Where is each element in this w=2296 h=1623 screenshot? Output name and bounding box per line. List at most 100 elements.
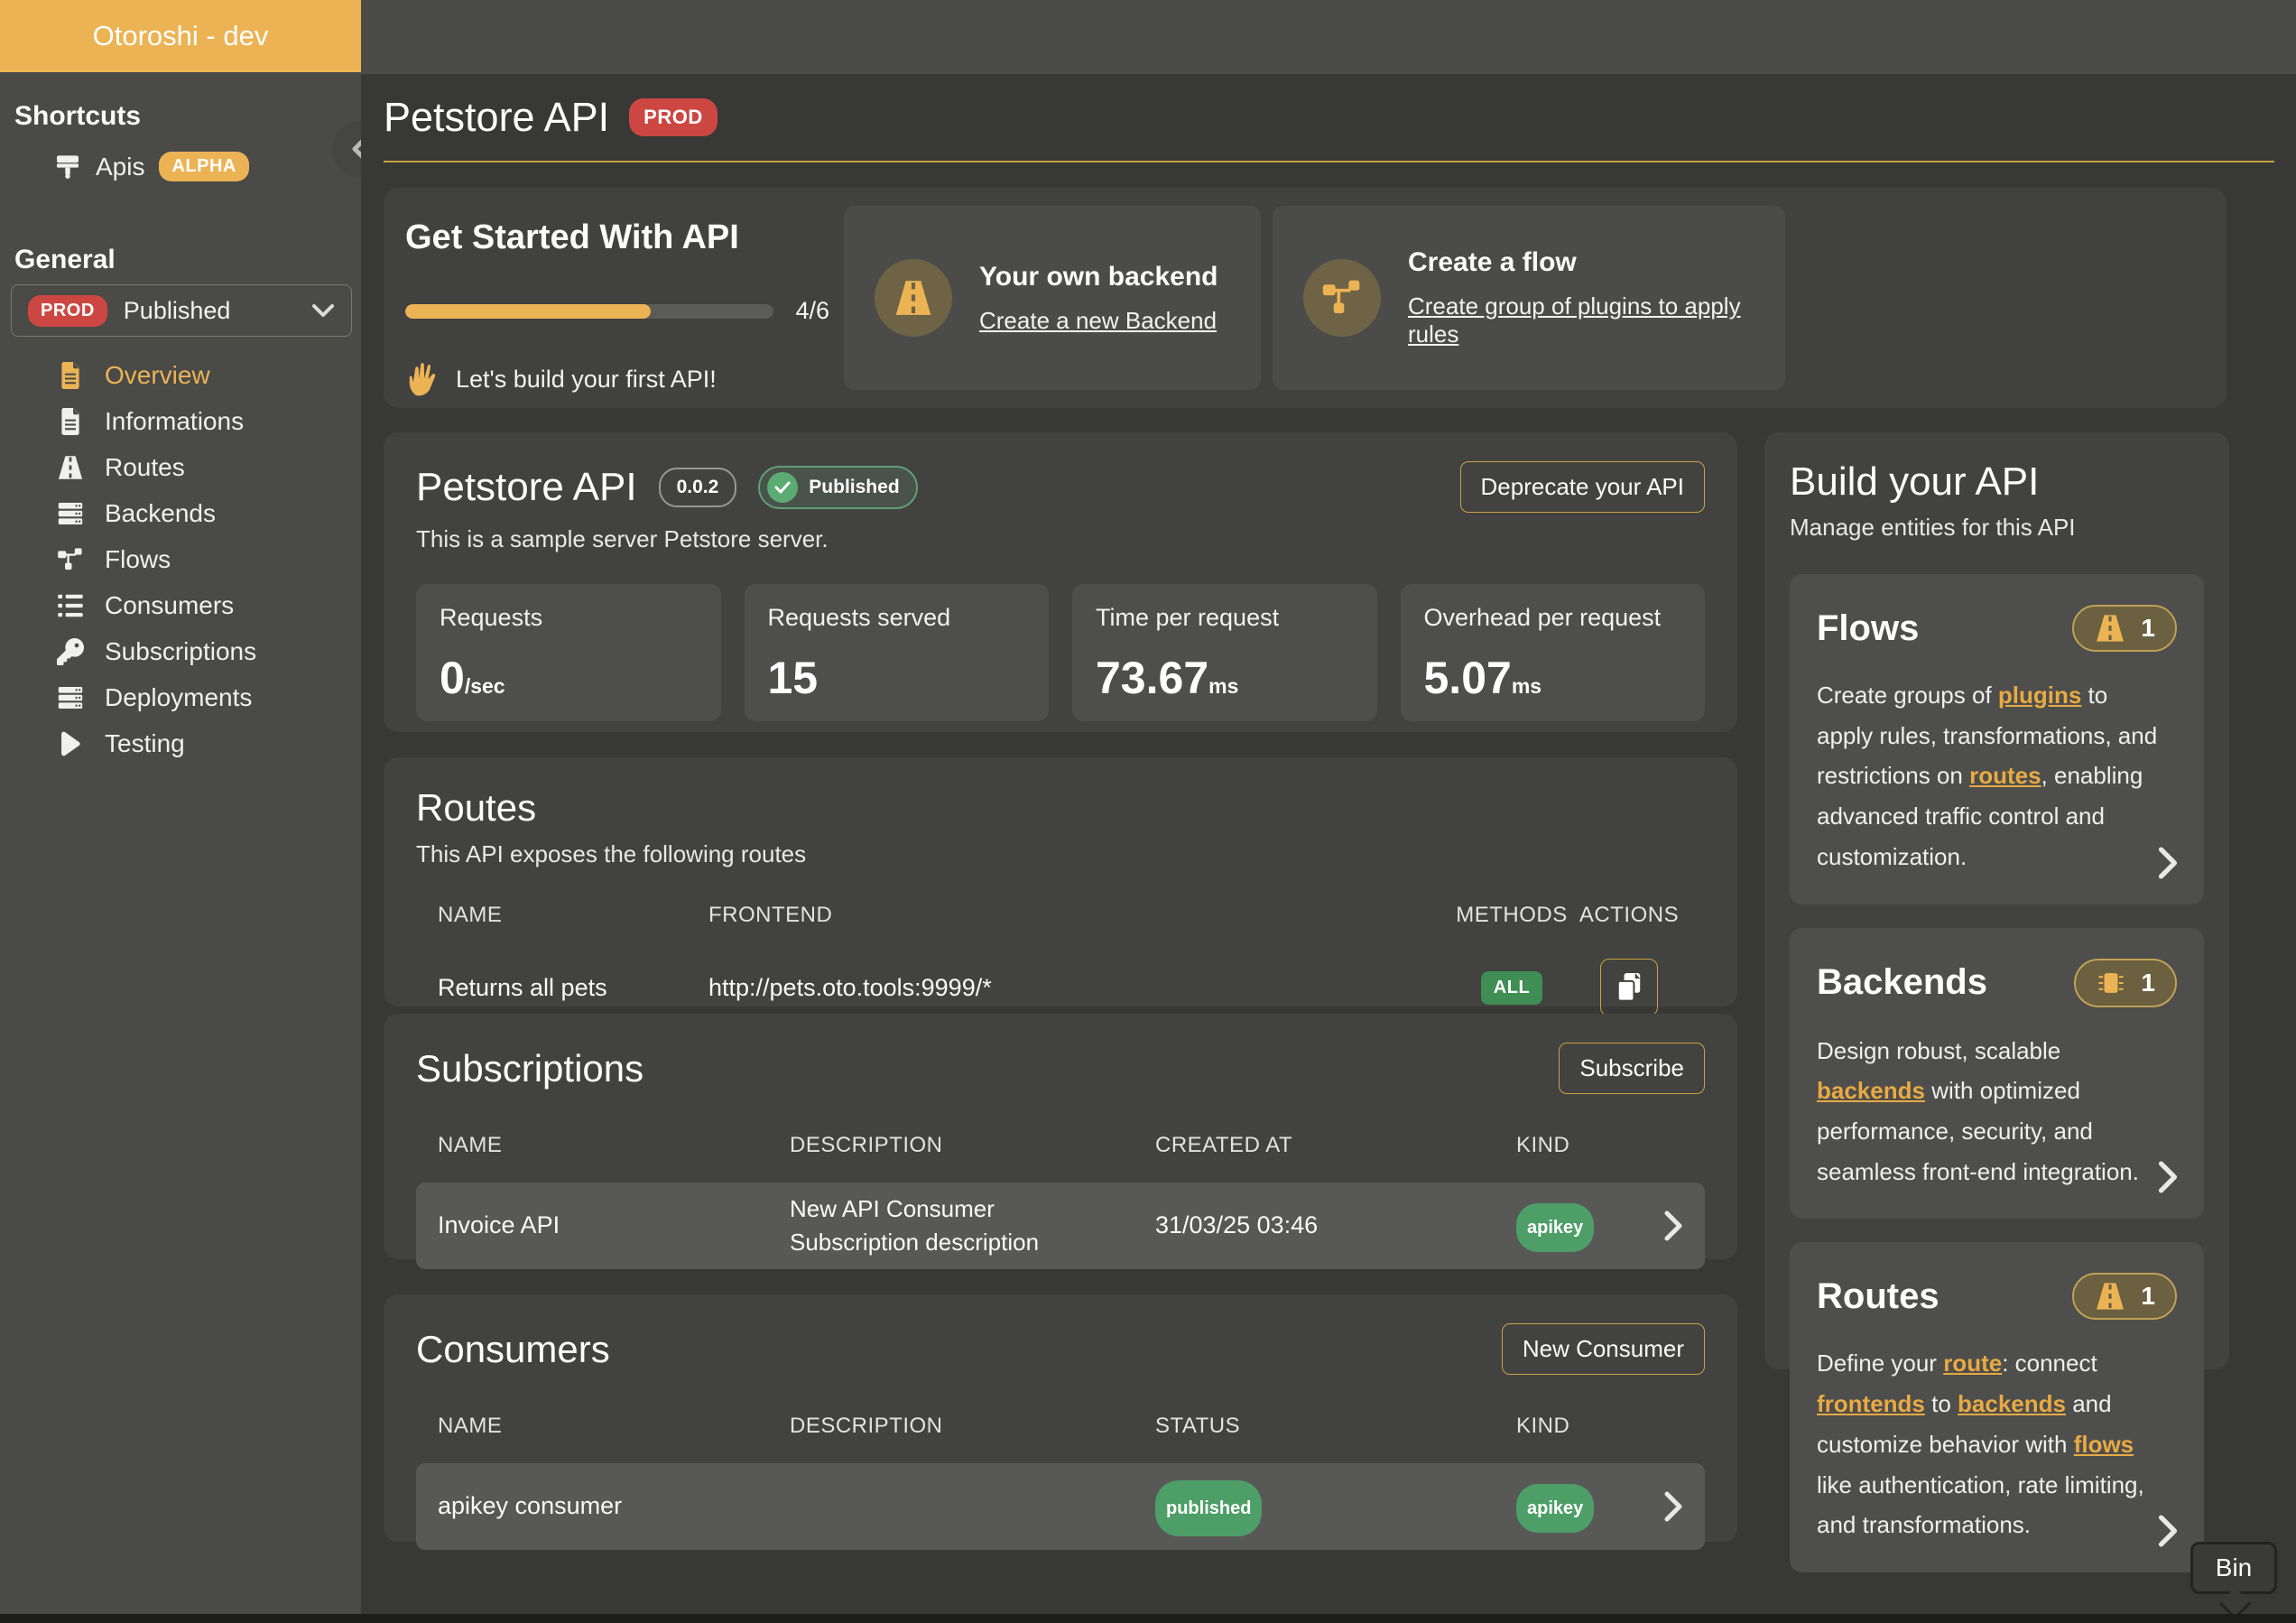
kind-badge: apikey xyxy=(1516,1484,1594,1533)
routes-link[interactable]: routes xyxy=(1969,762,2041,789)
menu-label: Deployments xyxy=(105,683,252,712)
api-version-select[interactable]: PROD Published xyxy=(11,284,352,337)
table-row[interactable]: apikey consumer published apikey xyxy=(416,1463,1705,1550)
backends-count: 1 xyxy=(2141,969,2155,997)
app-title[interactable]: Otoroshi - dev xyxy=(0,0,361,72)
routes-card[interactable]: Routes 1 Define your route: connect fron… xyxy=(1790,1242,2204,1572)
stat-requests: Requests 0/sec xyxy=(416,584,721,721)
subscriptions-title: Subscriptions xyxy=(416,1047,643,1090)
sidebar-item-apis[interactable]: Apis ALPHA xyxy=(54,152,361,181)
menu-label: Flows xyxy=(105,545,171,574)
flows-card-title: Flows xyxy=(1817,608,1919,649)
version-badge: 0.0.2 xyxy=(659,468,737,507)
chevron-right-icon[interactable] xyxy=(1663,1491,1683,1522)
build-api-subtitle: Manage entities for this API xyxy=(1790,514,2204,542)
app-title-label: Otoroshi - dev xyxy=(93,20,269,52)
sidebar-item-backends[interactable]: Backends xyxy=(0,490,361,536)
stat-value: 15 xyxy=(768,653,819,703)
text: Define your xyxy=(1817,1349,1943,1377)
build-api-panel: Build your API Manage entities for this … xyxy=(1764,432,2229,1369)
subscribe-button[interactable]: Subscribe xyxy=(1559,1043,1705,1094)
routes-card-title: Routes xyxy=(1817,1276,1940,1317)
stat-label: Requests served xyxy=(768,604,1026,632)
flows-link[interactable]: flows xyxy=(2074,1431,2134,1458)
table-row[interactable]: Invoice API New API Consumer Subscriptio… xyxy=(416,1182,1705,1269)
create-flow-card[interactable]: Create a flow Create group of plugins to… xyxy=(1273,206,1785,390)
sidebar-item-subscriptions[interactable]: Subscriptions xyxy=(0,628,361,674)
backends-link[interactable]: backends xyxy=(1817,1077,1925,1104)
sidebar-item-testing[interactable]: Testing xyxy=(0,720,361,766)
routes-table-header: NAME FRONTEND METHODS ACTIONS xyxy=(416,903,1705,928)
stat-time-per-request: Time per request 73.67ms xyxy=(1072,584,1377,721)
routes-count: 1 xyxy=(2141,1282,2155,1311)
sitemap-icon xyxy=(56,546,85,573)
sidebar: Otoroshi - dev Shortcuts Apis ALPHA Gene… xyxy=(0,0,361,1623)
sidebar-item-informations[interactable]: Informations xyxy=(0,398,361,444)
frontends-link[interactable]: frontends xyxy=(1817,1390,1925,1417)
chevron-right-icon[interactable] xyxy=(2157,1515,2179,1547)
page-title: Petstore API xyxy=(384,94,609,141)
flows-count-badge: 1 xyxy=(2072,605,2177,652)
copy-button[interactable] xyxy=(1600,959,1658,1016)
subscriptions-section: Subscriptions Subscribe NAME DESCRIPTION… xyxy=(384,1014,1737,1259)
route-link[interactable]: route xyxy=(1943,1349,2002,1377)
col-header-created-at: CREATED AT xyxy=(1155,1133,1516,1158)
backends-card[interactable]: Backends 1 Design robust, scalable backe… xyxy=(1790,928,2204,1220)
chevron-right-icon[interactable] xyxy=(1663,1210,1683,1241)
text: : connect xyxy=(2002,1349,2097,1377)
prod-badge: PROD xyxy=(28,295,107,327)
backends-card-title: Backends xyxy=(1817,962,1987,1003)
stat-overhead-per-request: Overhead per request 5.07ms xyxy=(1401,584,1706,721)
sidebar-item-flows[interactable]: Flows xyxy=(0,536,361,582)
table-row[interactable]: Returns all pets http://pets.oto.tools:9… xyxy=(416,959,1705,1016)
your-own-backend-card[interactable]: Your own backend Create a new Backend xyxy=(844,206,1261,390)
create-backend-link[interactable]: Create a new Backend xyxy=(979,307,1217,335)
backends-count-badge: 1 xyxy=(2074,959,2177,1007)
col-header-description: DESCRIPTION xyxy=(790,1411,1155,1442)
new-consumer-button[interactable]: New Consumer xyxy=(1502,1323,1705,1375)
sidebar-item-consumers[interactable]: Consumers xyxy=(0,582,361,628)
sidebar-item-overview[interactable]: Overview xyxy=(0,352,361,398)
routes-card-description: Define your route: connect frontends to … xyxy=(1817,1343,2177,1545)
route-frontend: http://pets.oto.tools:9999/* xyxy=(708,974,1449,1002)
play-icon xyxy=(56,731,85,756)
backends-link[interactable]: backends xyxy=(1958,1390,2066,1417)
subscription-name: Invoice API xyxy=(438,1211,790,1239)
list-icon xyxy=(56,593,85,618)
prod-badge: PROD xyxy=(629,98,718,136)
consumer-name: apikey consumer xyxy=(438,1492,790,1520)
flows-count: 1 xyxy=(2141,614,2155,643)
sidebar-item-deployments[interactable]: Deployments xyxy=(0,674,361,720)
hand-icon xyxy=(405,361,441,397)
flows-card-description: Create groups of plugins to apply rules,… xyxy=(1817,675,2177,877)
subscriptions-table-header: NAME DESCRIPTION CREATED AT KIND xyxy=(416,1130,1705,1161)
create-flow-link[interactable]: Create group of plugins to apply rules xyxy=(1408,292,1754,348)
bin-tooltip[interactable]: Bin xyxy=(2190,1542,2277,1594)
deprecate-api-button[interactable]: Deprecate your API xyxy=(1460,461,1705,513)
top-bar xyxy=(361,0,2296,74)
api-description: This is a sample server Petstore server. xyxy=(416,525,1705,553)
chevron-right-icon[interactable] xyxy=(2157,1161,2179,1193)
stat-unit: ms xyxy=(1208,674,1238,698)
sidebar-item-routes[interactable]: Routes xyxy=(0,444,361,490)
header-divider xyxy=(384,161,2274,162)
server-icon xyxy=(56,684,85,711)
menu-label: Testing xyxy=(105,729,185,758)
chevron-right-icon[interactable] xyxy=(2157,847,2179,879)
col-header-actions: ACTIONS xyxy=(1575,903,1683,928)
bottom-edge xyxy=(0,1614,2296,1623)
flows-card[interactable]: Flows 1 Create groups of plugins to appl… xyxy=(1790,574,2204,904)
microchip-icon xyxy=(2096,968,2126,998)
stat-label: Overhead per request xyxy=(1424,604,1682,632)
stat-unit: /sec xyxy=(465,674,505,698)
road-icon xyxy=(2094,1282,2126,1311)
build-api-title: Build your API xyxy=(1790,459,2204,505)
menu-label: Routes xyxy=(105,453,185,482)
plugins-link[interactable]: plugins xyxy=(1998,682,2081,709)
text: like authentication, rate limiting, and … xyxy=(1817,1471,2144,1539)
flow-card-title: Create a flow xyxy=(1408,247,1754,278)
stat-value: 73.67 xyxy=(1096,653,1208,703)
general-heading: General xyxy=(14,245,361,275)
route-name: Returns all pets xyxy=(438,974,708,1002)
menu-label: Overview xyxy=(105,361,210,390)
